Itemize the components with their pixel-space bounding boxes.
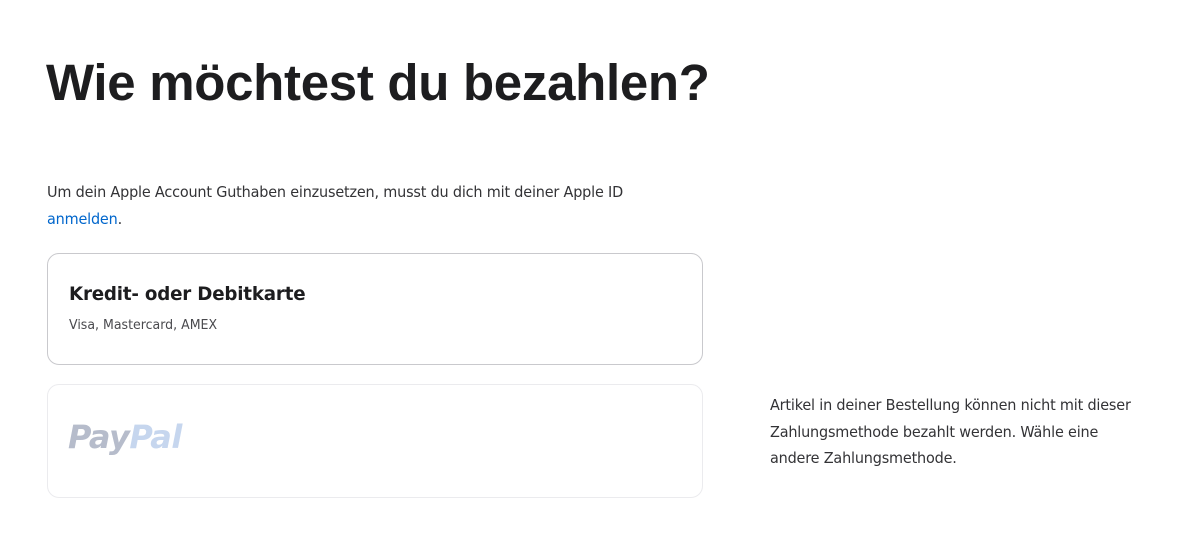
payment-option-subtitle: Visa, Mastercard, AMEX [69, 317, 218, 333]
payment-option-paypal: PayPal [47, 384, 703, 498]
sign-in-notice: Um dein Apple Account Guthaben einzusetz… [47, 179, 661, 233]
sign-in-notice-period: . [117, 210, 123, 228]
paypal-logo-pay: Pay [68, 418, 130, 456]
sign-in-link[interactable]: anmelden [47, 210, 118, 228]
paypal-logo: PayPal [68, 418, 182, 456]
paypal-logo-pal: Pal [129, 418, 182, 456]
paypal-unavailable-note: Artikel in deiner Bestellung können nich… [770, 396, 1131, 467]
sign-in-notice-text: Um dein Apple Account Guthaben einzusetz… [47, 183, 624, 201]
page-title: Wie möchtest du bezahlen? [46, 54, 710, 111]
payment-option-credit-card[interactable]: Kredit- oder Debitkarte Visa, Mastercard… [47, 253, 703, 365]
payment-option-title: Kredit- oder Debitkarte [69, 283, 306, 305]
